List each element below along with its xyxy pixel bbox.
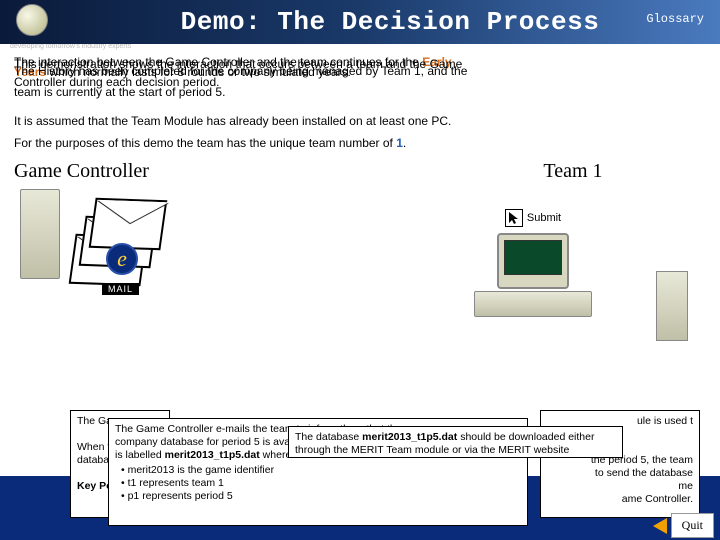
envelope-icon xyxy=(89,198,168,250)
cursor-icon xyxy=(505,209,523,227)
box2-bullet: • t1 represents team 1 xyxy=(121,477,521,490)
box2-line: is labelled xyxy=(115,449,165,461)
box4-line: me xyxy=(547,480,693,493)
pc-tower-icon xyxy=(656,271,688,341)
box4-line: ame Controller. xyxy=(547,493,693,506)
box3-line: The database xyxy=(295,431,362,443)
keyboard-icon xyxy=(474,291,592,317)
box3-filename: merit2013_t1p5.dat xyxy=(362,431,457,443)
box2-line: company database for period 5 is ava xyxy=(115,436,290,448)
gc-title: Game Controller xyxy=(14,160,360,183)
header-bar: Demo: The Decision Process Glossary xyxy=(0,0,720,44)
submit-button[interactable]: Submit xyxy=(505,209,561,227)
team-column: Team 1 Submit xyxy=(360,160,706,378)
para-assumed: It is assumed that the Team Module has a… xyxy=(14,114,706,128)
team-number-one: 1 xyxy=(396,136,403,150)
para-demo-a: For the purposes of this demo the team h… xyxy=(14,136,396,150)
logo-area xyxy=(0,0,60,44)
page-title: Demo: The Decision Process xyxy=(60,7,720,37)
box4-line: to send the database xyxy=(547,467,693,480)
email-badge-icon: e xyxy=(106,243,138,275)
box2-line: where xyxy=(260,449,292,461)
info-box-download: The database merit2013_t1p5.dat should b… xyxy=(288,426,623,458)
mail-label: MAIL xyxy=(102,283,139,295)
intro-line6: team is currently at the start of period… xyxy=(14,86,704,99)
mail-group: e MAIL xyxy=(68,189,168,339)
glossary-link[interactable]: Glossary xyxy=(646,12,704,26)
box2-bullet: • merit2013 is the game identifier xyxy=(121,464,521,477)
team-title: Team 1 xyxy=(360,160,706,183)
submit-label: Submit xyxy=(527,212,561,224)
pc-tower-icon xyxy=(20,189,60,279)
tagline-text: developing tomorrow's industry experts xyxy=(0,43,720,50)
monitor-icon xyxy=(497,233,569,289)
para-demo-c: . xyxy=(403,136,406,150)
globe-icon xyxy=(16,4,48,36)
game-controller-column: Game Controller e MAIL xyxy=(14,160,360,378)
quit-button[interactable]: Quit xyxy=(671,513,714,538)
box2-bullet: • p1 represents period 5 xyxy=(121,490,521,503)
back-arrow-icon[interactable] xyxy=(653,518,667,534)
intro-overlapping-text: The interaction between the Game Control… xyxy=(14,56,706,106)
box2-filename: merit2013_t1p5.dat xyxy=(165,449,260,461)
footer-area: The Gam When th database Key Poi ule is … xyxy=(0,410,720,540)
